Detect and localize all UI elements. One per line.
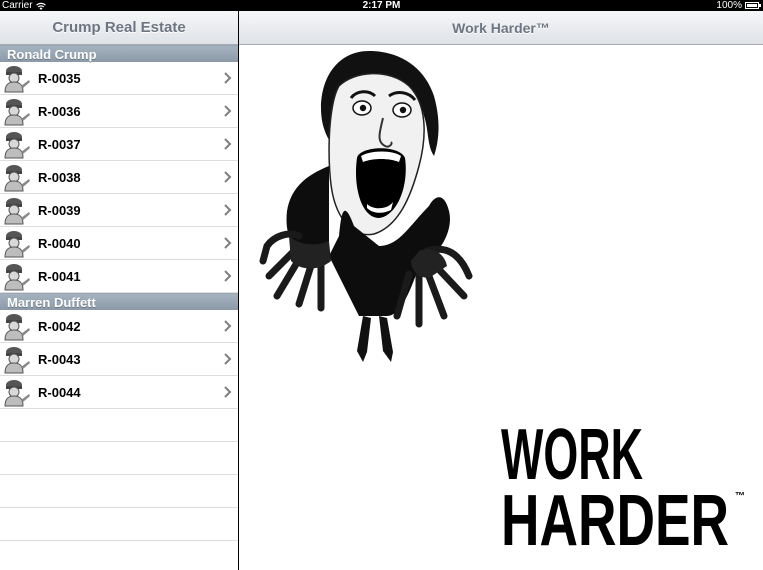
work-harder-wordmark: WORK HARDER ™ — [501, 423, 745, 553]
list-item[interactable]: R-0043 — [0, 343, 238, 376]
list-item-label: R-0044 — [38, 384, 81, 400]
list-item[interactable]: R-0038 — [0, 161, 238, 194]
worker-avatar-icon — [4, 347, 30, 374]
chevron-right-icon — [224, 386, 232, 398]
list-item[interactable]: R-0042 — [0, 310, 238, 343]
detail-title: Work Harder™ — [452, 19, 550, 36]
battery-label: 100% — [716, 0, 742, 11]
detail-pane: Work Harder™ WORK HARDER ™ — [239, 11, 763, 570]
screaming-woman-image — [259, 51, 473, 362]
worker-avatar-icon — [4, 132, 30, 159]
detail-navbar: Work Harder™ — [239, 11, 763, 45]
worker-avatar-icon — [4, 380, 30, 407]
chevron-right-icon — [224, 270, 232, 282]
list-item[interactable]: R-0035 — [0, 62, 238, 95]
worker-avatar-icon — [4, 99, 30, 126]
status-bar: Carrier 2:17 PM 100% — [0, 0, 763, 11]
list-item-label: R-0043 — [38, 351, 81, 367]
section-header: Ronald Crump — [0, 45, 238, 62]
worker-avatar-icon — [4, 264, 30, 291]
list-item-label: R-0041 — [38, 268, 81, 284]
list-item-label: R-0035 — [38, 70, 81, 86]
master-pane: Crump Real Estate Ronald Crump R-0035 R-00… — [0, 11, 238, 570]
list-item-label: R-0040 — [38, 235, 81, 251]
clock: 2:17 PM — [362, 0, 401, 11]
chevron-right-icon — [224, 138, 232, 150]
chevron-right-icon — [224, 237, 232, 249]
chevron-right-icon — [224, 105, 232, 117]
list-item-label: R-0036 — [38, 103, 81, 119]
chevron-right-icon — [224, 320, 232, 332]
master-navbar: Crump Real Estate — [0, 11, 238, 45]
chevron-right-icon — [224, 353, 232, 365]
master-title: Crump Real Estate — [52, 19, 186, 36]
worker-avatar-icon — [4, 198, 30, 225]
property-list[interactable]: Ronald Crump R-0035 R-0036 R-0037 R-0038 R-00… — [0, 45, 238, 409]
list-item[interactable]: R-0041 — [0, 260, 238, 293]
wordmark-tm: ™ — [735, 491, 745, 502]
empty-row — [0, 442, 238, 475]
list-item[interactable]: R-0039 — [0, 194, 238, 227]
list-item[interactable]: R-0040 — [0, 227, 238, 260]
chevron-right-icon — [224, 171, 232, 183]
battery-fill — [747, 4, 757, 7]
list-item-label: R-0037 — [38, 136, 81, 152]
section-header: Marren Duffett — [0, 293, 238, 310]
list-item-label: R-0038 — [38, 169, 81, 185]
empty-row — [0, 541, 238, 570]
chevron-right-icon — [224, 72, 232, 84]
list-item[interactable]: R-0044 — [0, 376, 238, 409]
battery-icon — [745, 2, 761, 9]
worker-avatar-icon — [4, 314, 30, 341]
empty-row — [0, 475, 238, 508]
list-item[interactable]: R-0037 — [0, 128, 238, 161]
worker-avatar-icon — [4, 165, 30, 192]
chevron-right-icon — [224, 204, 232, 216]
battery-indicator: 100% — [716, 0, 761, 11]
list-item-label: R-0042 — [38, 318, 81, 334]
worker-avatar-icon — [4, 66, 30, 93]
worker-avatar-icon — [4, 231, 30, 258]
empty-row — [0, 409, 238, 442]
empty-row — [0, 508, 238, 541]
empty-rows — [0, 409, 238, 570]
wordmark-line2: HARDER — [501, 481, 729, 553]
list-item-label: R-0039 — [38, 202, 81, 218]
list-item[interactable]: R-0036 — [0, 95, 238, 128]
